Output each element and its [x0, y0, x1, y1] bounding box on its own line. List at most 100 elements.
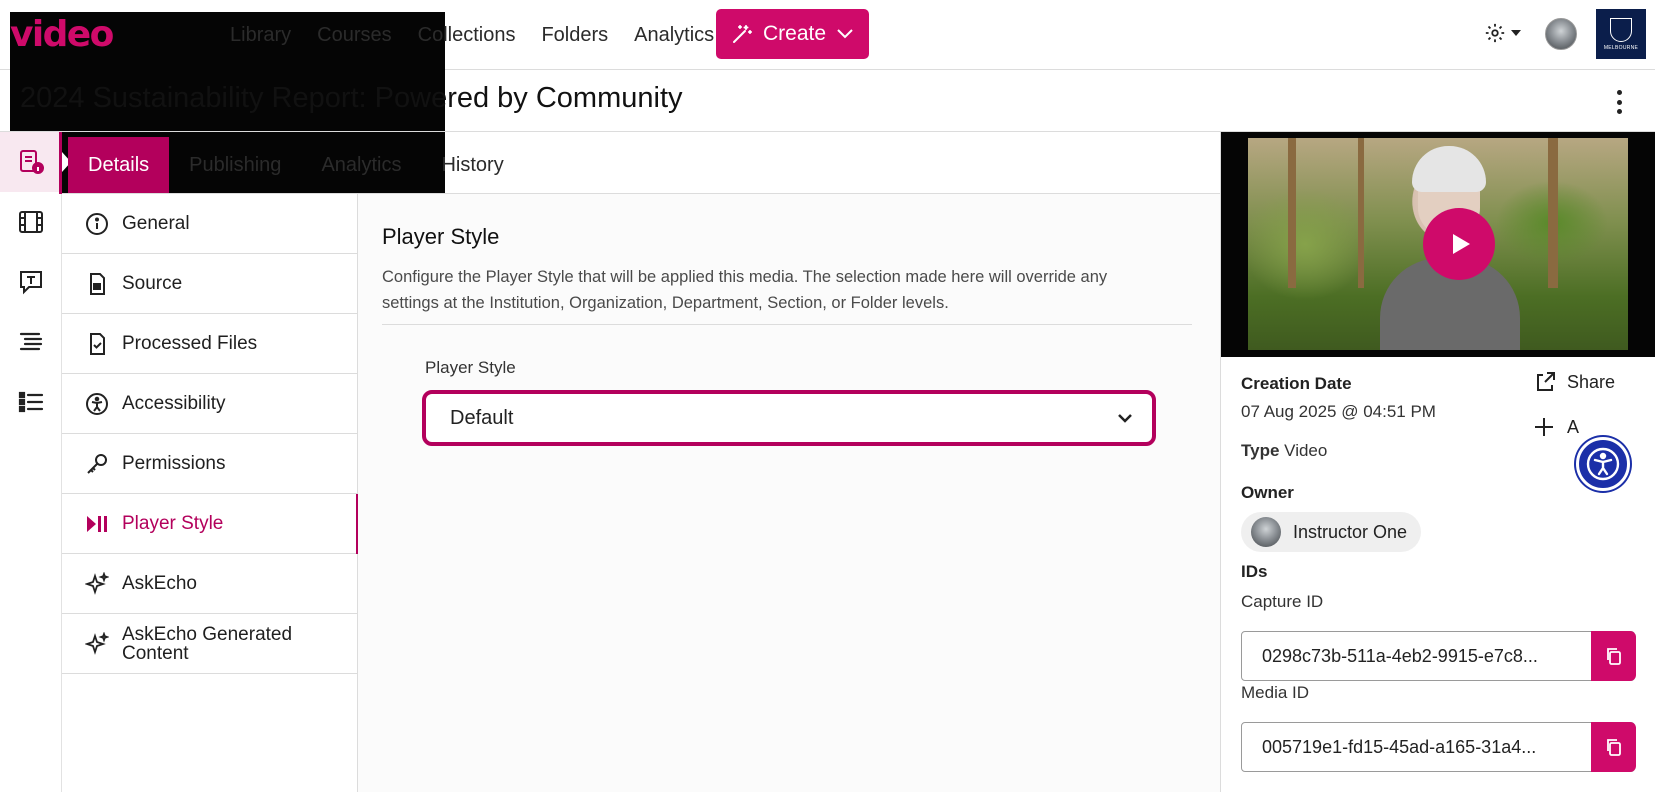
subnav-label: AskEcho Generated Content — [122, 623, 293, 664]
share-label: Share — [1567, 371, 1616, 392]
capture-id-field[interactable]: 0298c73b-511a-4eb2-9915-e7c8... — [1241, 631, 1635, 681]
settings-menu[interactable] — [1484, 22, 1522, 44]
rail-details[interactable] — [0, 132, 71, 192]
subnav-processed-files[interactable]: Processed Files — [62, 314, 358, 374]
add-button[interactable]: A — [1533, 416, 1579, 438]
subnav-label: Player Style — [122, 512, 224, 534]
chevron-down-icon — [837, 29, 853, 39]
tab-details[interactable]: Details — [68, 137, 170, 193]
player-style-label: Player Style — [425, 358, 516, 377]
caret-down-icon — [1511, 30, 1521, 36]
tab-history[interactable]: History — [421, 137, 523, 193]
page-title: 2024 Sustainability Report: Powered by C… — [20, 82, 683, 114]
file-check-icon — [90, 332, 105, 355]
media-id-field[interactable]: 005719e1-fd15-45ad-a165-31a4... — [1241, 722, 1635, 772]
accessibility-widget-button[interactable] — [1576, 437, 1630, 491]
transcript-icon — [20, 271, 42, 295]
key-icon — [87, 453, 107, 474]
subnav-accessibility[interactable]: Accessibility — [62, 374, 358, 434]
rail-transcript[interactable] — [0, 252, 62, 312]
copy-capture-id-button[interactable] — [1591, 631, 1636, 681]
university-name: MELBOURNE — [1603, 44, 1639, 51]
type-value: Video — [1284, 441, 1328, 460]
play-button[interactable] — [1423, 208, 1495, 280]
copy-icon — [1606, 648, 1621, 665]
nav-analytics[interactable]: Analytics — [634, 24, 714, 47]
share-button[interactable]: Share — [1533, 370, 1615, 394]
details-info-icon — [20, 150, 44, 174]
nav-courses[interactable]: Courses — [317, 24, 391, 47]
magic-wand-icon — [732, 25, 752, 43]
subnav-label: Accessibility — [122, 392, 226, 414]
outline-list-icon — [18, 391, 44, 413]
university-logo: MELBOURNE — [1596, 9, 1646, 59]
crest-icon — [1610, 17, 1632, 42]
gear-icon — [1485, 23, 1505, 43]
owner-avatar — [1251, 517, 1281, 547]
media-id-label: Media ID — [1241, 683, 1310, 702]
type-row: Type Video — [1241, 441, 1327, 461]
accessibility-icon — [1586, 447, 1620, 481]
owner-name: Instructor One — [1293, 521, 1408, 542]
subnav-label: Processed Files — [122, 332, 258, 354]
chevron-down-icon — [1118, 414, 1132, 423]
subnav-label: Permissions — [122, 452, 226, 474]
subnav-permissions[interactable]: Permissions — [62, 434, 358, 494]
subnav-source[interactable]: Source — [62, 254, 358, 314]
capture-id-label: Capture ID — [1241, 592, 1324, 611]
sparkle-icon — [85, 571, 109, 595]
title-bar: 2024 Sustainability Report: Powered by C… — [0, 70, 1655, 132]
user-avatar[interactable] — [1545, 18, 1577, 50]
tab-analytics[interactable]: Analytics — [301, 137, 421, 193]
subnav-label: Source — [122, 272, 183, 294]
tab-publishing[interactable]: Publishing — [169, 137, 301, 193]
sparkle-icon — [85, 631, 109, 655]
copy-media-id-button[interactable] — [1591, 722, 1636, 772]
echovideo-logo[interactable]: echovideo — [10, 12, 445, 237]
subnav-label: AskEcho — [122, 572, 197, 594]
plus-icon — [1535, 418, 1553, 436]
subnav-general[interactable]: General — [62, 194, 358, 254]
subnav-player-style[interactable]: Player Style — [62, 494, 359, 554]
play-icon — [1453, 234, 1470, 254]
detail-tabs: Details Publishing Analytics History — [68, 137, 524, 193]
nav-folders[interactable]: Folders — [541, 24, 608, 47]
chapters-icon — [19, 332, 43, 351]
subnav-askecho[interactable]: AskEcho — [62, 554, 358, 614]
owner-chip[interactable]: Instructor One — [1241, 512, 1422, 552]
owner-label: Owner — [1241, 483, 1294, 502]
main-nav: Library Courses Collections Folders Anal… — [230, 0, 740, 70]
nav-library[interactable]: Library — [230, 24, 291, 47]
ids-label: IDs — [1241, 562, 1268, 581]
rail-outline[interactable] — [0, 372, 62, 432]
left-icon-rail — [0, 132, 71, 792]
section-divider — [382, 324, 1192, 325]
video-thumbnail — [1248, 138, 1628, 350]
creation-date-label: Creation Date — [1241, 374, 1352, 393]
create-button-label: Create — [762, 22, 827, 45]
add-label: A — [1567, 416, 1580, 437]
details-subnav: General Source Processed Files Accessibi… — [62, 194, 359, 792]
copy-icon — [1606, 739, 1621, 756]
play-pause-icon — [87, 515, 107, 532]
section-description: Configure the Player Style that will be … — [382, 268, 1108, 312]
source-file-icon — [90, 272, 105, 295]
rail-chapters[interactable] — [0, 312, 62, 372]
creation-date-value: 07 Aug 2025 @ 04:51 PM — [1241, 402, 1436, 421]
player-style-select[interactable]: Default — [422, 390, 1156, 446]
subnav-askecho-generated-content[interactable]: AskEcho Generated Content — [62, 614, 358, 674]
film-icon — [19, 211, 43, 233]
player-style-selected-value: Default — [450, 406, 514, 429]
top-navigation-bar: echovideo Library Courses Collections Fo… — [0, 0, 1655, 237]
accessibility-icon — [86, 392, 108, 415]
rail-media[interactable] — [0, 192, 62, 252]
video-preview[interactable] — [1221, 132, 1655, 357]
nav-collections[interactable]: Collections — [418, 24, 516, 47]
more-options-icon[interactable] — [1607, 88, 1631, 116]
section-title: Player Style — [382, 224, 500, 249]
share-icon — [1537, 372, 1555, 391]
create-button[interactable]: Create — [716, 9, 869, 59]
rail-active-indicator — [59, 132, 62, 194]
subnav-label: General — [122, 212, 190, 234]
type-label: Type — [1241, 441, 1280, 460]
